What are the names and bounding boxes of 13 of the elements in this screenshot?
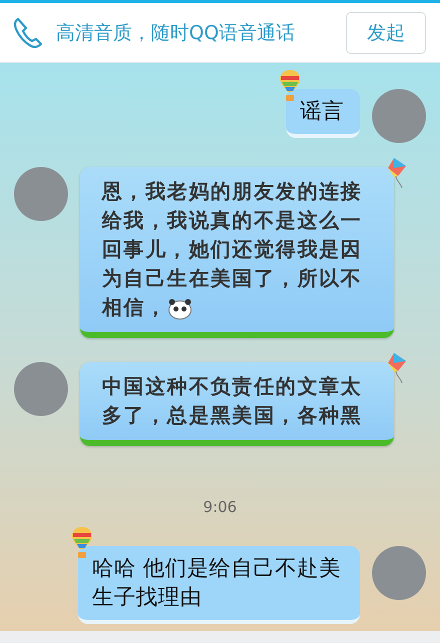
balloon-icon xyxy=(70,526,94,560)
avatar[interactable] xyxy=(14,362,68,416)
banner-text: 高清音质，随时QQ语音通话 xyxy=(56,20,296,46)
message-text: 中国这种不负责任的文章太多了，总是黑美国，各种黑 xyxy=(102,373,364,429)
timestamp: 9:06 xyxy=(203,498,237,516)
start-call-button[interactable]: 发起 xyxy=(346,12,426,54)
message-text: 恩，我老妈的朋友发的连接给我，我说真的不是这么一回事儿，她们还觉得我是因为自己生在美国了，所以不相信， xyxy=(102,178,364,322)
avatar[interactable] xyxy=(372,89,426,143)
message-text: 哈哈 他们是给自己不赴美生子找理由 xyxy=(92,555,342,612)
avatar[interactable] xyxy=(14,167,68,221)
avatar[interactable] xyxy=(372,546,426,600)
balloon-icon xyxy=(278,69,302,103)
message-text: 谣言 xyxy=(300,98,344,126)
